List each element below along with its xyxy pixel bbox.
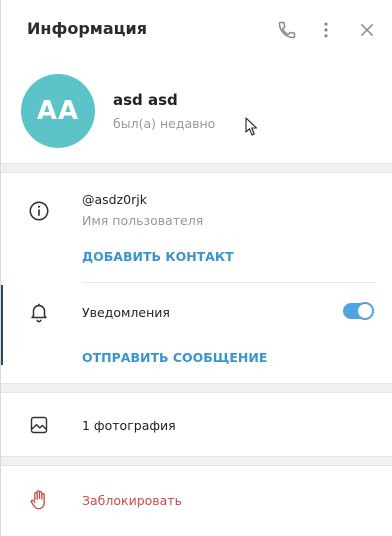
username-caption: Имя пользователя [82, 213, 204, 228]
bell-icon [27, 300, 51, 324]
window-edge-strip [1, 285, 3, 365]
close-icon[interactable] [355, 18, 379, 42]
photos-item[interactable]: 1 фотография [82, 418, 176, 433]
profile-section: AA asd asd был(а) недавно [1, 60, 392, 163]
info-icon [27, 199, 51, 223]
toggle-knob [356, 302, 374, 320]
username[interactable]: @asdz0rjk [82, 192, 147, 207]
profile-status: был(а) недавно [113, 116, 216, 131]
hand-block-icon [27, 488, 51, 512]
avatar[interactable]: AA [21, 74, 95, 148]
send-message-button[interactable]: ОТПРАВИТЬ СООБЩЕНИЕ [82, 350, 267, 365]
section-separator [1, 383, 392, 393]
info-panel: Информация AA asd asd был(а) недавно @as… [0, 0, 392, 536]
section-separator [1, 163, 392, 173]
phone-icon[interactable] [275, 18, 299, 42]
mouse-cursor-icon [245, 117, 259, 141]
divider [82, 282, 376, 283]
notifications-label: Уведомления [82, 305, 170, 320]
more-vertical-icon[interactable] [314, 18, 338, 42]
profile-name: asd asd [113, 91, 178, 109]
header: Информация [1, 0, 392, 60]
add-contact-button[interactable]: ДОБАВИТЬ КОНТАКТ [82, 249, 234, 264]
photo-icon [27, 413, 51, 437]
notifications-toggle[interactable] [343, 302, 374, 320]
block-user-button[interactable]: Заблокировать [82, 493, 182, 508]
page-title: Информация [27, 19, 147, 38]
section-separator [1, 456, 392, 466]
